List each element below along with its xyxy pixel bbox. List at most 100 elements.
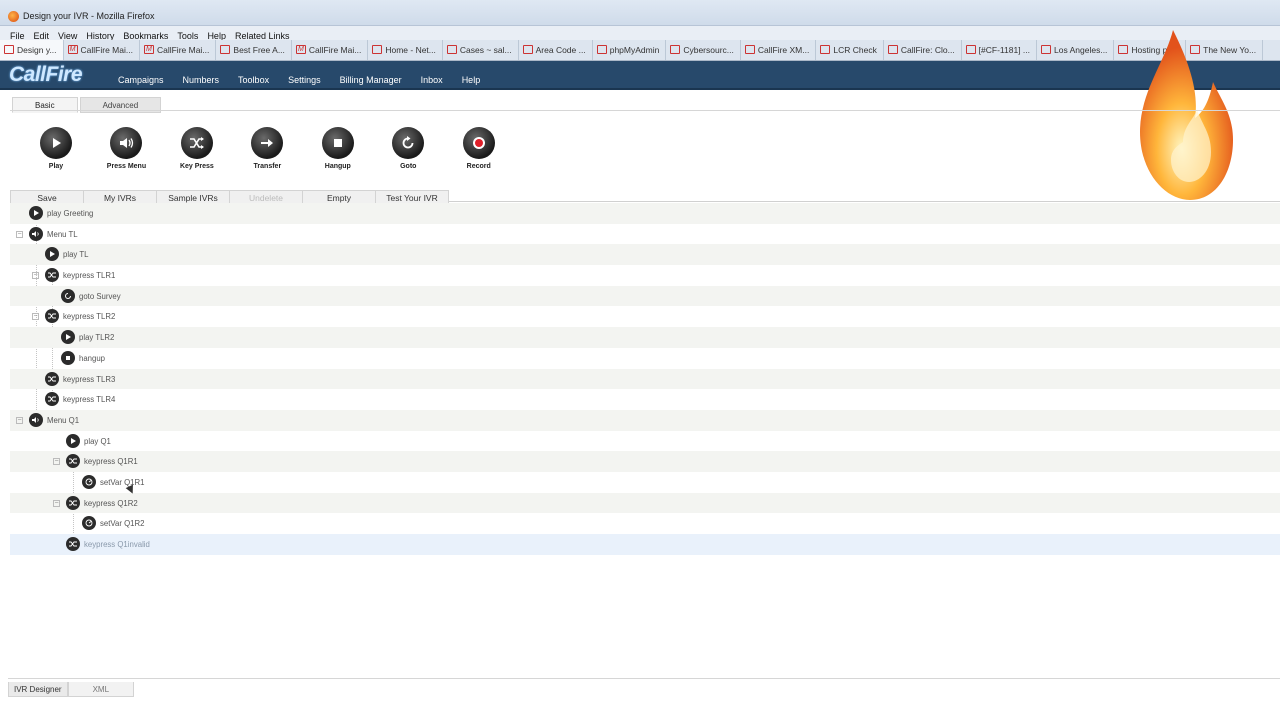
collapse-toggle[interactable]: − [53,499,60,507]
transfer-tool-button[interactable]: Transfer [242,127,292,170]
tab-ivr-designer[interactable]: IVR Designer [8,682,68,697]
press-menu-tool-button[interactable]: Press Menu [101,127,151,170]
speaker-icon [110,127,143,159]
play-icon [45,247,59,262]
play-tool-button[interactable]: Play [31,127,81,170]
tab-favicon-icon [1041,45,1052,54]
tree-node-play-tl[interactable]: play TL [10,244,1280,266]
tree-node-play-greeting[interactable]: play Greeting [10,203,1280,224]
tree-node-menu-tl[interactable]: − Menu TL [10,224,1280,245]
firefox-icon [8,11,19,22]
tree-node-keypress-q1r2[interactable]: − keypress Q1R2 [10,492,1280,514]
tab-favicon-icon [4,45,14,54]
goto-tool-button[interactable]: Goto [383,127,433,170]
shuffle-icon [45,371,59,386]
shuffle-icon [66,454,80,469]
play-icon [29,206,43,220]
gmail-icon: M [143,45,154,54]
tree-node-menu-q1[interactable]: − Menu Q1 [10,409,1280,431]
collapse-toggle[interactable]: − [16,230,23,238]
collapse-toggle[interactable]: − [53,458,60,466]
browser-tab[interactable]: [#CF-1181] ... [962,40,1038,60]
key-press-tool-button[interactable]: Key Press [172,127,222,170]
record-tool-button[interactable]: Record [454,127,504,170]
collapse-toggle[interactable]: − [16,416,23,424]
tab-favicon-icon [744,45,755,54]
hangup-tool-button[interactable]: Hangup [313,127,363,170]
tree-node-keypress-tlr4[interactable]: keypress TLR4 [10,389,1280,410]
shuffle-icon [45,392,59,407]
window-title: Design your IVR - Mozilla Firefox [23,11,155,21]
gmail-icon: M [67,45,78,54]
tab-xml[interactable]: XML [67,682,135,697]
tab-favicon-icon [446,45,457,54]
callfire-logo[interactable]: CallFire [9,63,83,87]
gauge-icon [82,474,96,489]
browser-tab[interactable]: Area Code ... [519,40,593,60]
test-your-ivr-button[interactable]: Test Your IVR [375,190,449,204]
browser-tab[interactable]: Home - Net... [368,40,443,60]
browser-tab[interactable]: CallFire: Clo... [884,40,962,60]
speaker-icon [29,226,43,241]
shuffle-icon [180,127,213,159]
browser-tab[interactable]: M CallFire Mai... [64,40,140,60]
tree-node-setvar-q1r1[interactable]: setVar Q1R1 [10,472,1280,493]
gmail-icon: M [295,45,306,54]
view-tabs: IVR Designer XML [8,678,1280,697]
browser-tab[interactable]: Cybersourc... [666,40,741,60]
empty-button[interactable]: Empty [302,190,376,204]
nav-help[interactable]: Help [462,75,481,85]
ivr-toolbox: Play Press Menu Key Press Transfer Hangu… [31,127,520,173]
browser-tab[interactable]: Los Angeles... [1037,40,1115,60]
nav-settings[interactable]: Settings [288,75,321,85]
tab-favicon-icon [220,45,231,54]
stop-icon [321,127,354,159]
refresh-icon [61,288,75,303]
tree-node-keypress-tlr3[interactable]: keypress TLR3 [10,368,1280,390]
nav-campaigns[interactable]: Campaigns [118,75,164,85]
browser-tab[interactable]: Cases ~ sal... [443,40,519,60]
divider [10,110,1280,111]
page-icon [820,45,831,54]
nav-toolbox[interactable]: Toolbox [238,75,269,85]
tree-node-keypress-tlr1[interactable]: − keypress TLR1 [10,265,1280,286]
shuffle-icon [66,537,80,551]
gauge-icon [82,516,96,531]
tab-favicon-icon [965,45,976,54]
tree-node-play-tlr2[interactable]: play TLR2 [10,327,1280,348]
my-ivrs-button[interactable]: My IVRs [83,190,157,204]
tree-node-keypress-tlr2[interactable]: − keypress TLR2 [10,306,1280,327]
designer-tabs: Basic Advanced [12,95,163,113]
collapse-toggle[interactable]: − [32,313,39,321]
nav-numbers[interactable]: Numbers [183,75,220,85]
nav-inbox[interactable]: Inbox [421,75,443,85]
tree-node-keypress-q1invalid[interactable]: keypress Q1invalid [10,534,1280,555]
tab-favicon-icon [887,45,898,54]
tree-node-setvar-q1r2[interactable]: setVar Q1R2 [10,513,1280,534]
nav-billing-manager[interactable]: Billing Manager [340,75,402,85]
shuffle-icon [45,268,59,283]
browser-tab[interactable]: M CallFire Mai... [140,40,217,60]
tree-node-goto-survey[interactable]: goto Survey [10,285,1280,307]
browser-tab[interactable]: Design y... [0,40,64,60]
action-bar: Save My IVRs Sample IVRs Undelete Empty Test … [10,188,1280,204]
record-icon [462,127,495,159]
refresh-icon [392,127,425,159]
save-button[interactable]: Save [10,190,84,204]
page-icon [372,45,383,54]
browser-tab[interactable]: phpMyAdmin [593,40,667,60]
play-icon [61,330,75,345]
tab-favicon-icon [522,45,533,54]
tree-node-keypress-q1r1[interactable]: − keypress Q1R1 [10,451,1280,472]
tree-node-hangup[interactable]: hangup [10,348,1280,369]
flame-logo-icon [1140,30,1233,200]
collapse-toggle[interactable]: − [32,272,39,280]
browser-tab[interactable]: M CallFire Mai... [292,40,369,60]
tree-node-play-q1[interactable]: play Q1 [10,431,1280,452]
sample-ivrs-button[interactable]: Sample IVRs [156,190,230,204]
browser-tab[interactable]: CallFire XM... [741,40,817,60]
browser-menubar: File Edit View History Bookmarks Tools Help Rel… [0,26,1280,41]
browser-tab[interactable]: LCR Check [816,40,884,60]
undelete-button[interactable]: Undelete [229,190,303,204]
browser-tab[interactable]: Best Free A... [216,40,292,60]
